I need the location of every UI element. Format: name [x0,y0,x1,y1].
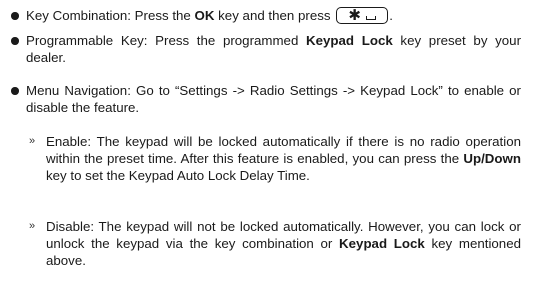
key-combination-text: Key Combination: Press the [26,8,195,23]
bullet-programmable-key: Programmable Key: Press the programmed K… [11,32,521,66]
ok-key-label: OK [194,8,215,23]
menu-navigation-text: Menu Navigation: Go to “Settings -> Radi… [26,83,521,115]
bullet-menu-navigation: Menu Navigation: Go to “Settings -> Radi… [11,82,521,116]
key-combination-text-2: key and then press [214,8,335,23]
keypad-lock-label: Keypad Lock [306,33,393,48]
key-combination-period: . [389,8,393,23]
enable-text: Enable: The keypad will be locked automa… [46,134,521,166]
sub-item-enable: » Enable: The keypad will be locked autom… [29,133,521,184]
up-down-key-label: Up/Down [463,151,521,166]
sub-marker-disable: » [29,220,36,232]
enable-text-2: key to set the Keypad Auto Lock Delay Ti… [46,168,310,183]
sub-marker-enable: » [29,135,36,147]
bullet-key-combination: Key Combination: Press the OK key and th… [11,6,521,25]
star-space-key-icon: ✱ [336,6,389,24]
programmable-key-text: Programmable Key: Press the programmed [26,33,307,48]
keypad-lock-label-2: Keypad Lock [339,236,425,251]
sub-item-disable: » Disable: The keypad will not be locked … [29,218,521,269]
manual-page: Key Combination: Press the OK key and th… [0,0,533,290]
